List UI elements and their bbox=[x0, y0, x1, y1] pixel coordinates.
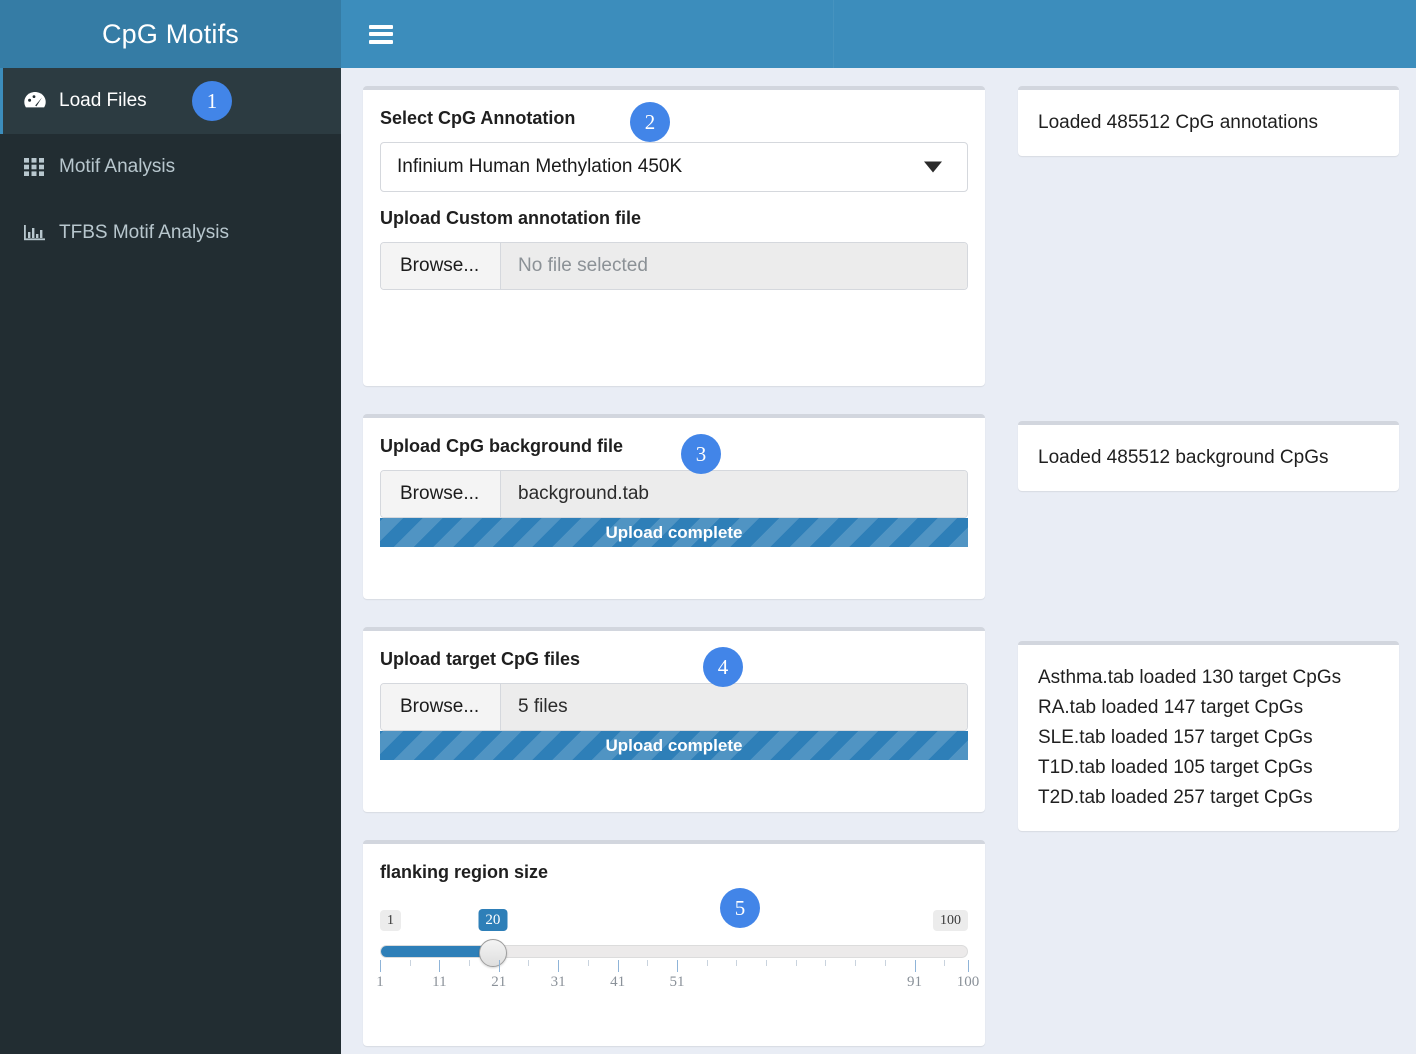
file-name-background: background.tab bbox=[501, 471, 967, 517]
sidebar-item-label: TFBS Motif Analysis bbox=[59, 222, 229, 243]
slider-tick-label: 91 bbox=[907, 974, 923, 990]
chevron-down-icon bbox=[924, 161, 942, 173]
bar-chart-icon bbox=[22, 222, 48, 244]
slider-tick bbox=[766, 960, 768, 966]
brand-logo[interactable]: CpG Motifs bbox=[0, 0, 341, 68]
output-line: T2D.tab loaded 257 target CpGs bbox=[1038, 787, 1313, 808]
slider-tick bbox=[498, 960, 500, 972]
slider-tick bbox=[469, 960, 471, 966]
top-header-bar: CpG Motifs bbox=[0, 0, 1416, 68]
panel-title-flanking: flanking region size bbox=[380, 862, 549, 882]
slider-tick-marks bbox=[380, 960, 969, 972]
panel-title-background: Upload CpG background file bbox=[380, 436, 624, 456]
output-line: Asthma.tab loaded 130 target CpGs bbox=[1038, 667, 1342, 688]
upload-progress-target: Upload complete bbox=[380, 731, 968, 760]
output-line: Loaded 485512 CpG annotations bbox=[1038, 112, 1318, 133]
hamburger-bar-2 bbox=[369, 32, 393, 36]
sidebar-item-label: Motif Analysis bbox=[59, 156, 176, 177]
output-line: SLE.tab loaded 157 target CpGs bbox=[1038, 727, 1313, 748]
header-right-area bbox=[341, 0, 1416, 68]
slider-tick bbox=[380, 960, 381, 972]
sidebar-navigation: Load Files 1 Motif Analysis TFBS Motif A… bbox=[0, 68, 341, 1054]
sidebar-item-motif-analysis[interactable]: Motif Analysis bbox=[0, 134, 341, 200]
slider-max-label: 100 bbox=[933, 910, 968, 931]
step-badge-3: 3 bbox=[681, 434, 721, 474]
target-files-input[interactable]: Browse... 5 files bbox=[380, 683, 968, 731]
browse-button-target[interactable]: Browse... bbox=[381, 684, 501, 730]
slider-tick-label: 11 bbox=[432, 974, 447, 990]
panel-upload-background-file: Upload CpG background file 3 Browse... b… bbox=[363, 414, 985, 599]
step-badge-4: 4 bbox=[703, 647, 743, 687]
slider-tick bbox=[795, 960, 797, 966]
slider-tick bbox=[968, 960, 969, 972]
output-line: Loaded 485512 background CpGs bbox=[1038, 447, 1329, 468]
sidebar-item-load-files[interactable]: Load Files 1 bbox=[0, 68, 341, 134]
slider-tick bbox=[914, 960, 916, 972]
panel-flanking-region-size: flanking region size 5 1 100 20 1 11 21 31 4… bbox=[363, 840, 985, 1046]
flanking-region-slider[interactable]: 1 100 20 1 11 21 31 41 51 91 100 bbox=[376, 909, 979, 1002]
slider-tick-label: 41 bbox=[610, 974, 626, 990]
browse-button-background[interactable]: Browse... bbox=[381, 471, 501, 517]
slider-tick-label: 31 bbox=[550, 974, 566, 990]
output-line: RA.tab loaded 147 target CpGs bbox=[1038, 697, 1304, 718]
hamburger-bar-1 bbox=[369, 24, 393, 29]
slider-tick-label: 21 bbox=[491, 974, 507, 990]
upload-progress-label-background: Upload complete bbox=[605, 522, 743, 542]
slider-tick bbox=[647, 960, 649, 966]
slider-tick bbox=[617, 960, 619, 972]
panel-title-custom-annotation-upload: Upload Custom annotation file bbox=[380, 208, 641, 228]
step-badge-1: 1 bbox=[192, 81, 232, 121]
brand-title: CpG Motifs bbox=[101, 18, 240, 49]
background-file-input[interactable]: Browse... background.tab bbox=[380, 470, 968, 518]
output-annotation-status: Loaded 485512 CpG annotations bbox=[1018, 86, 1399, 156]
sidebar-item-tfbs-motif-analysis[interactable]: TFBS Motif Analysis bbox=[0, 200, 341, 266]
browse-button-annotation[interactable]: Browse... bbox=[381, 243, 501, 289]
hamburger-menu-icon[interactable] bbox=[369, 24, 393, 44]
cpg-annotation-select[interactable]: Infinium Human Methylation 450K bbox=[380, 142, 968, 192]
application-window: CpG Motifs Load Files 1 Motif Analysis T… bbox=[0, 0, 1416, 1054]
custom-annotation-file-input[interactable]: Browse... No file selected bbox=[380, 242, 968, 290]
slider-tick-label: 1 bbox=[376, 974, 384, 990]
main-content-area: Select CpG Annotation 2 Infinium Human M… bbox=[341, 68, 1416, 1054]
file-name-target: 5 files bbox=[501, 684, 967, 730]
slider-tick bbox=[706, 960, 708, 966]
slider-tick bbox=[528, 960, 530, 966]
hamburger-bar-3 bbox=[369, 39, 393, 44]
file-name-annotation: No file selected bbox=[501, 243, 967, 289]
panel-title-annotation: Select CpG Annotation bbox=[380, 108, 576, 128]
sidebar-item-label: Load Files bbox=[59, 90, 147, 111]
panel-title-target: Upload target CpG files bbox=[380, 649, 581, 669]
output-target-status: Asthma.tab loaded 130 target CpGs RA.tab … bbox=[1018, 641, 1399, 831]
slider-current-value-bubble: 20 bbox=[478, 909, 508, 931]
slider-tick-label: 100 bbox=[956, 974, 980, 990]
panel-upload-target-files: Upload target CpG files 4 Browse... 5 fi… bbox=[363, 627, 985, 812]
slider-filled-range bbox=[381, 946, 494, 957]
slider-tick-label: 51 bbox=[669, 974, 685, 990]
slider-track[interactable] bbox=[380, 945, 968, 958]
slider-tick bbox=[676, 960, 678, 972]
grid-icon bbox=[22, 156, 48, 178]
cpg-annotation-selected-value: Infinium Human Methylation 450K bbox=[397, 156, 683, 177]
panel-select-cpg-annotation: Select CpG Annotation 2 Infinium Human M… bbox=[363, 86, 985, 386]
slider-tick bbox=[587, 960, 589, 966]
slider-tick bbox=[884, 960, 886, 966]
upload-progress-label-target: Upload complete bbox=[605, 735, 743, 755]
slider-tick bbox=[825, 960, 827, 966]
step-badge-2: 2 bbox=[630, 102, 670, 142]
output-line: T1D.tab loaded 105 target CpGs bbox=[1038, 757, 1313, 778]
right-column: Loaded 485512 CpG annotations Loaded 485… bbox=[1018, 86, 1399, 831]
slider-tick bbox=[855, 960, 857, 966]
slider-tick bbox=[409, 960, 411, 966]
dashboard-icon bbox=[22, 90, 48, 112]
slider-tick bbox=[944, 960, 946, 966]
slider-tick bbox=[736, 960, 738, 966]
output-background-status: Loaded 485512 background CpGs bbox=[1018, 421, 1399, 491]
upload-progress-background: Upload complete bbox=[380, 518, 968, 547]
slider-tick bbox=[439, 960, 441, 972]
slider-tick-labels: 1 11 21 31 41 51 91 100 bbox=[376, 974, 979, 994]
left-column: Select CpG Annotation 2 Infinium Human M… bbox=[363, 86, 985, 1054]
slider-tick bbox=[558, 960, 560, 972]
slider-min-label: 1 bbox=[380, 910, 401, 931]
